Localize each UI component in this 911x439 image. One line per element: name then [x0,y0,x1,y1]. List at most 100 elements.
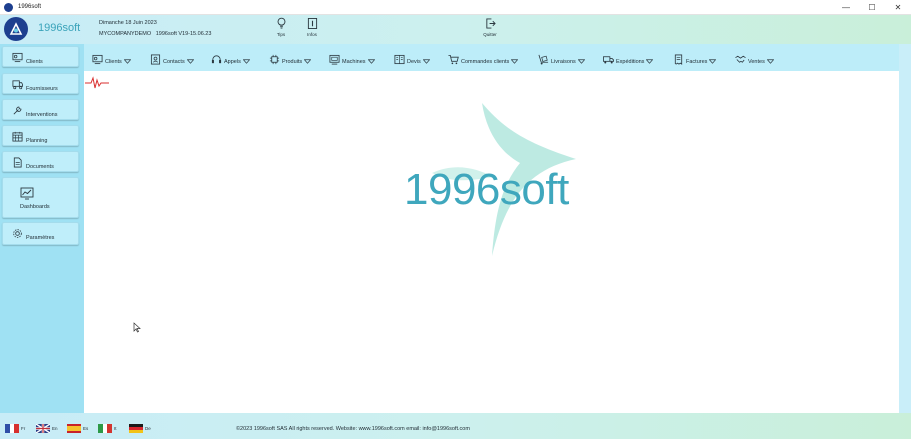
sidebar-item-label: Clients [26,59,43,65]
lang-es[interactable]: Es [67,424,88,433]
menu-contacts-label: Contacts [163,59,185,65]
close-button[interactable]: ✕ [885,0,911,15]
logo-icon [4,17,28,41]
sidebar-item-documents[interactable]: Documents [2,151,79,172]
lang-code: Fr [21,426,26,431]
sidebar-item-planning[interactable]: Planning [2,125,79,146]
invoice-icon [674,54,683,65]
sidebar-item-parametres[interactable]: Paramètres [2,222,79,245]
cart-icon [448,54,459,65]
menu-appels-label: Appels [224,59,241,65]
chevron-down-icon [766,59,774,64]
lang-en[interactable]: En [36,424,58,433]
machine-icon [329,54,340,65]
chart-icon [20,187,34,200]
chevron-down-icon [367,59,375,64]
chevron-down-icon [123,59,131,64]
menu-expeditions-label: Expéditions [616,59,645,65]
menu-produits[interactable]: Produits [269,50,312,66]
menu-livraisons-label: Livraisons [551,59,576,65]
wrench-icon [13,106,22,115]
sidebar-item-dashboards[interactable]: Dashboards [2,177,79,218]
app-version: 1996soft V19-15.06.23 [155,31,212,37]
app-icon [4,2,13,12]
exit-icon [485,18,496,29]
maximize-button[interactable]: ☐ [859,0,885,15]
chip-icon [269,54,280,65]
sidebar-item-interventions[interactable]: Interventions [2,99,79,120]
quote-icon [394,54,405,65]
infos-button[interactable]: Infos [301,17,323,41]
flag-uk-icon [36,424,50,433]
info-icon [307,18,317,29]
menu-livraisons[interactable]: Livraisons [538,50,585,66]
lang-fr[interactable]: Fr [5,424,25,433]
window-title: 1996soft [18,4,42,10]
main-content: 1996soft [84,71,899,413]
menu-factures[interactable]: Factures [673,50,717,66]
sidebar-item-label: Dashboards [20,204,50,210]
handshake-icon [735,55,746,63]
company-info: MYCOMPANYDEMO 1996soft V19-15.06.23 [99,31,211,37]
chevron-down-icon [422,59,430,64]
menu-contacts[interactable]: Contacts [150,50,194,66]
chevron-down-icon [186,59,194,64]
sidebar-item-fournisseurs[interactable]: Fournisseurs [2,73,79,94]
menu-appels[interactable]: Appels [211,50,250,66]
sidebar-item-label: Documents [26,164,54,170]
brand-text: 1996soft [404,165,569,214]
chevron-down-icon [577,59,585,64]
sidebar-item-label: Paramètres [26,235,55,241]
headset-icon [211,55,222,64]
menu-ventes[interactable]: Ventes [735,50,774,66]
mouse-cursor-icon [133,322,141,333]
truck-icon [603,56,614,64]
vertical-scrollbar[interactable] [899,44,911,413]
document-icon [13,157,22,168]
window-titlebar: 1996soft — ☐ ✕ [0,0,911,15]
lang-code: En [52,426,58,431]
window-controls: — ☐ ✕ [833,0,911,15]
logo-text: 1996soft [38,22,81,34]
menu-commandes-clients-label: Commandes clients [461,59,510,65]
menu-commandes-clients[interactable]: Commandes clients [448,50,519,66]
lang-it[interactable]: It [98,424,117,433]
menu-machines-label: Machines [342,59,366,65]
current-date: Dimanche 18 Juin 2023 [99,20,157,26]
quit-button[interactable]: Quitter [479,17,501,41]
infos-label: Infos [307,32,317,37]
lang-de[interactable]: De [129,424,151,433]
quit-label: Quitter [483,32,497,37]
flag-de-icon [129,424,143,433]
trolley-icon [538,54,549,65]
module-menubar: Clients Contacts Appels Produits Machine… [84,44,899,71]
chevron-down-icon [709,59,717,64]
tips-button[interactable]: Tips [270,17,292,41]
contacts-icon [150,54,161,65]
lang-code: De [145,426,151,431]
clients-icon [12,52,23,63]
chevron-down-icon [646,59,654,64]
flag-fr-icon [5,424,20,433]
sidebar-item-clients[interactable]: Clients [2,46,79,67]
lightbulb-icon [277,17,285,29]
suppliers-icon [12,80,23,90]
menu-expeditions[interactable]: Expéditions [603,50,654,66]
app-footer: Fr En Es It De ©2023 1996soft SAS All ri… [0,413,911,439]
menu-clients[interactable]: Clients [92,50,131,66]
minimize-button[interactable]: — [833,0,859,15]
menu-clients-label: Clients [105,59,122,65]
menu-produits-label: Produits [282,59,303,65]
flag-it-icon [98,424,113,433]
menu-devis[interactable]: Devis [394,50,430,66]
tips-label: Tips [276,32,286,37]
sidebar-item-label: Interventions [26,112,58,118]
copyright-text: ©2023 1996soft SAS All rights reserved. … [236,426,470,432]
sidebar: Clients Fournisseurs Interventions Plann… [0,44,84,413]
chevron-down-icon [511,59,519,64]
sidebar-item-label: Fournisseurs [26,86,58,92]
company-name: MYCOMPANYDEMO [99,31,152,37]
gear-icon [13,229,22,238]
menu-ventes-label: Ventes [748,59,765,65]
menu-machines[interactable]: Machines [329,50,375,66]
